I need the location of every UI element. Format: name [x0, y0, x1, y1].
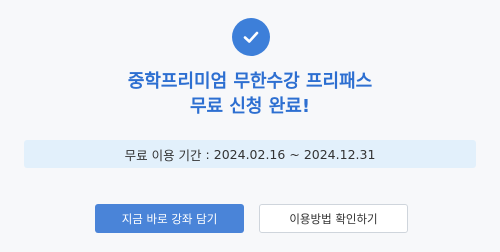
check-icon	[232, 18, 270, 56]
check-mark-svg	[243, 31, 259, 43]
period-end-date: 2024.12.31	[303, 146, 376, 162]
period-tilde: ~	[289, 146, 300, 162]
headline-title: 중학프리미엄 무한수강 프리패스	[127, 71, 373, 92]
check-usage-guide-button[interactable]: 이용방법 확인하기	[259, 204, 408, 233]
add-course-now-button[interactable]: 지금 바로 강좌 담기	[95, 204, 244, 233]
headline-subtitle: 무료 신청 완료!	[189, 96, 311, 117]
period-label: 무료 이용 기간	[124, 147, 202, 163]
free-period-box: 무료 이용 기간 : 2024.02.16 ~ 2024.12.31	[24, 140, 476, 168]
period-start-date: 2024.02.16	[213, 146, 286, 162]
period-colon: :	[205, 146, 210, 162]
